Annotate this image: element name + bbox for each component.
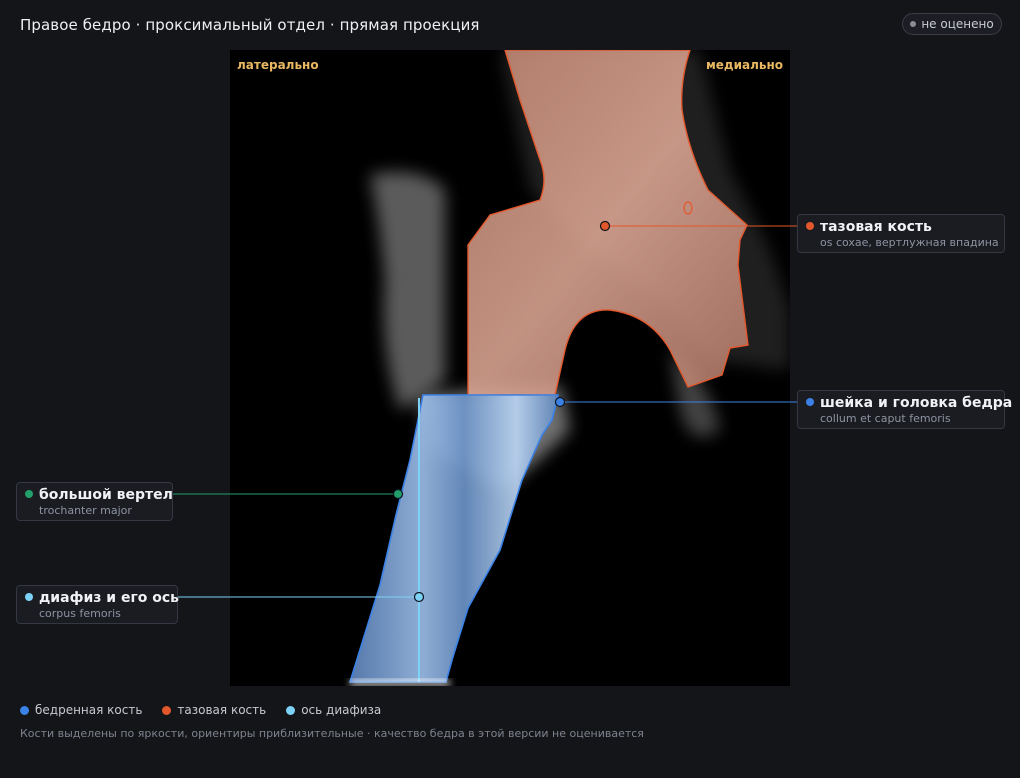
medial-label: медиально bbox=[705, 58, 783, 72]
status-badge-label: не оценено bbox=[921, 17, 994, 31]
legend-axis-label: ось диафиза bbox=[301, 703, 382, 717]
axis-legend-dot-icon bbox=[286, 705, 296, 715]
legend-item-pelvis: тазовая кость bbox=[162, 703, 266, 717]
femur-cut-edge bbox=[350, 680, 450, 686]
xray-viewer[interactable]: латерально медиально bbox=[230, 50, 790, 686]
callout-neck-title: шейка и головка бедра bbox=[820, 395, 1013, 411]
neck-dot-icon bbox=[806, 398, 814, 406]
xray-image bbox=[348, 50, 790, 686]
page-title: Правое бедро · проксимальный отдел · пря… bbox=[20, 16, 480, 34]
legend: бедренная кость тазовая кость ось диафиз… bbox=[20, 703, 381, 717]
callout-trochanter[interactable]: большой вертел trochanter major bbox=[16, 482, 173, 521]
status-dot-icon bbox=[910, 21, 917, 27]
callout-neck-head[interactable]: шейка и головка бедра collum et caput fe… bbox=[797, 390, 1013, 429]
callout-pelvis-title: тазовая кость bbox=[820, 219, 932, 235]
status-badge: не оценено bbox=[902, 13, 1002, 35]
femur-legend-dot-icon bbox=[20, 705, 29, 715]
callout-shaft-title: диафиз и его ось bbox=[39, 590, 180, 606]
callout-pelvis-subtitle: os coxae, вертлужная впадина bbox=[820, 236, 999, 249]
legend-item-axis: ось диафиза bbox=[286, 703, 381, 717]
legend-femur-label: бедренная кость bbox=[35, 703, 143, 717]
footnote: Кости выделены по яркости, ориентиры при… bbox=[20, 727, 644, 740]
callout-pelvis[interactable]: тазовая кость os coxae, вертлужная впади… bbox=[797, 214, 1005, 253]
callout-trochanter-title: большой вертел bbox=[39, 487, 173, 503]
legend-item-femur: бедренная кость bbox=[20, 703, 142, 717]
femur-segmentation bbox=[348, 394, 560, 683]
shaft-dot-icon bbox=[25, 593, 33, 601]
callout-shaft[interactable]: диафиз и его ось corpus femoris bbox=[16, 585, 180, 624]
callout-neck-subtitle: collum et caput femoris bbox=[820, 412, 951, 425]
pelvis-dot-icon bbox=[806, 222, 814, 230]
legend-pelvis-label: тазовая кость bbox=[177, 703, 267, 717]
callout-trochanter-subtitle: trochanter major bbox=[39, 504, 132, 517]
lateral-label: латерально bbox=[237, 58, 319, 72]
callout-shaft-subtitle: corpus femoris bbox=[39, 607, 121, 620]
pelvis-legend-dot-icon bbox=[162, 705, 172, 715]
trochanter-dot-icon bbox=[25, 490, 33, 498]
